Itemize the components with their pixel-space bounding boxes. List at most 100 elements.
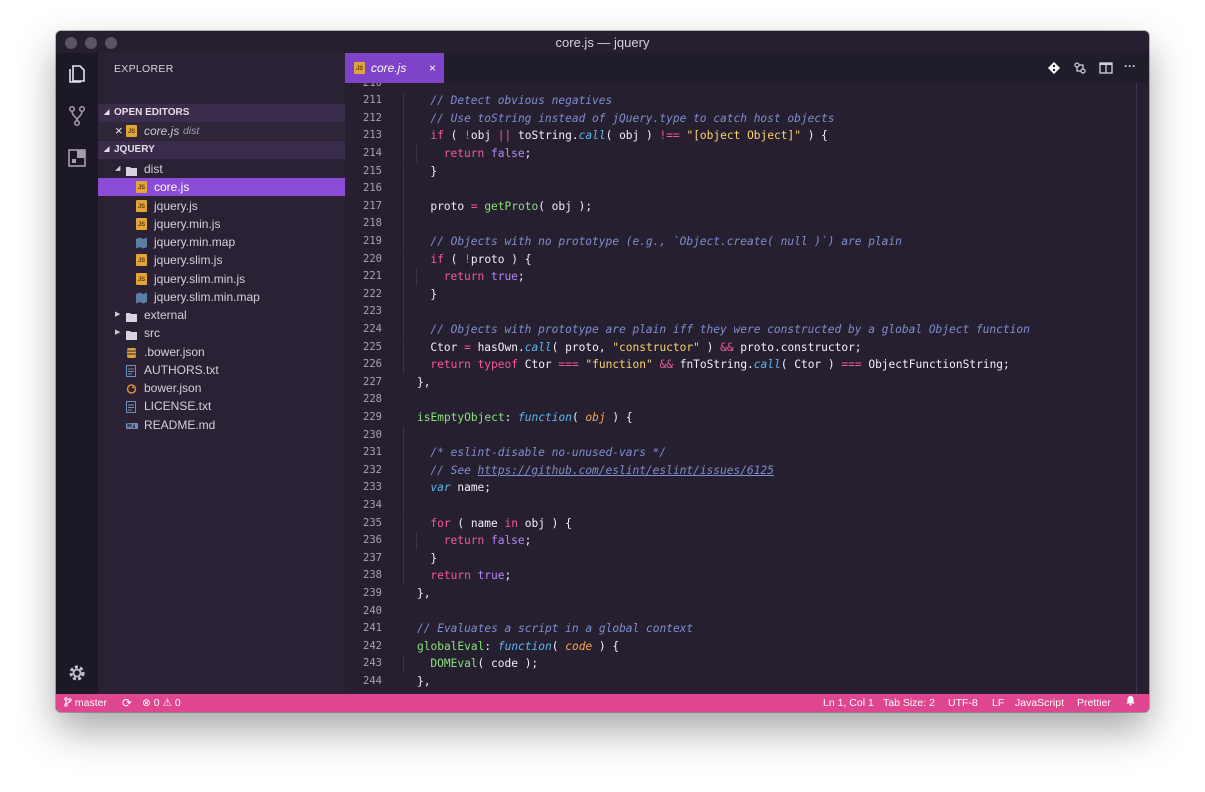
line-number: 214	[363, 146, 382, 159]
open-editor-item-core-js[interactable]: × JS core.js dist	[98, 122, 345, 140]
tree-item-dist[interactable]: ◢ dist	[98, 160, 345, 178]
settings-gear-icon[interactable]	[66, 662, 88, 684]
tree-item-jquery-slim-min-js[interactable]: JS jquery.slim.min.js	[98, 270, 345, 288]
line-number: 232	[363, 463, 382, 476]
close-window-button[interactable]	[65, 37, 77, 49]
chevron-down-icon: ◢	[104, 146, 110, 153]
tree-item-bower-json[interactable]: .bower.json	[98, 343, 345, 361]
project-section-header[interactable]: ◢ JQUERY	[98, 141, 345, 159]
code-token: // Detect obvious negatives	[430, 94, 613, 108]
minimize-window-button[interactable]	[85, 37, 97, 49]
warning-icon: ⚠	[162, 697, 172, 709]
line-number: 239	[363, 586, 382, 599]
open-changes-icon[interactable]	[1073, 61, 1087, 75]
tree-item-jquery-min-js[interactable]: JS jquery.min.js	[98, 215, 345, 233]
close-editor-icon[interactable]: ×	[115, 122, 123, 140]
code-token: obj	[470, 129, 498, 143]
more-actions-icon[interactable]: ···	[1124, 59, 1138, 73]
sync-icon[interactable]: ⟳	[122, 694, 132, 712]
tree-item-bower-json[interactable]: bower.json	[98, 379, 345, 397]
tree-item-external[interactable]: ▶ external	[98, 306, 345, 324]
code-line: },	[417, 585, 430, 603]
formatter[interactable]: Prettier	[1077, 694, 1111, 712]
tab-size[interactable]: Tab Size: 2	[883, 694, 935, 712]
chevron-right-icon[interactable]: ▶	[115, 324, 120, 342]
chevron-right-icon[interactable]: ▶	[115, 306, 120, 324]
encoding[interactable]: UTF-8	[948, 694, 978, 712]
indent-guide	[416, 144, 418, 163]
tree-item-jquery-min-map[interactable]: jquery.min.map	[98, 233, 345, 251]
tree-item-src[interactable]: ▶ src	[98, 324, 345, 342]
line-number: 226	[363, 358, 382, 371]
folder-icon	[126, 309, 137, 322]
code-token: Ctor	[517, 358, 559, 372]
status-bar: master ⟳ ⊗ 0 ⚠ 0 Ln 1, Col 1 Tab Size: 2…	[56, 694, 1149, 712]
code-token: return	[430, 358, 471, 372]
indent-guide	[403, 444, 404, 462]
indent-guide	[403, 144, 404, 163]
code-line: Ctor = hasOwn.call( proto, "constructor"…	[430, 339, 861, 357]
extensions-icon[interactable]	[66, 147, 88, 169]
indent-guide	[403, 285, 404, 304]
indent-guide	[403, 479, 404, 497]
tree-item-readme-md[interactable]: README.md	[98, 416, 345, 434]
problems-item[interactable]: ⊗ 0 ⚠ 0	[142, 694, 181, 712]
indent-guide	[403, 496, 404, 515]
git-compare-icon[interactable]	[1047, 61, 1061, 75]
chevron-down-icon: ◢	[104, 109, 110, 116]
tab-core-js[interactable]: JS core.js ×	[345, 53, 444, 83]
code-token: !	[464, 129, 471, 143]
line-number: 215	[363, 164, 382, 177]
open-editor-folder: dist	[183, 125, 200, 137]
indent-guide	[403, 567, 404, 585]
tab-bar: JS core.js × ···	[345, 53, 1149, 83]
indent-guide	[403, 655, 404, 673]
tree-item-label: jquery.slim.min.js	[154, 271, 246, 286]
explorer-icon[interactable]	[66, 63, 88, 85]
code-editor[interactable]: 210 211 212 213 214 215 216 217 218 219 220 221 222 2…	[345, 83, 1149, 694]
tree-item-jquery-slim-min-map[interactable]: jquery.slim.min.map	[98, 288, 345, 306]
chevron-down-icon[interactable]: ◢	[115, 160, 120, 178]
tree-item-label: external	[144, 308, 187, 322]
js-file-icon: JS	[136, 199, 147, 212]
bower-file-icon	[126, 346, 137, 358]
indent-guide	[403, 320, 404, 339]
end-of-line[interactable]: LF	[992, 694, 1004, 712]
code-token: =	[464, 340, 471, 354]
tree-item-label: src	[144, 326, 160, 341]
line-number: 233	[363, 481, 382, 494]
line-number: 221	[363, 270, 382, 283]
code-token: return	[443, 270, 485, 284]
code-token[interactable]: https://github.com/eslint/eslint/issues/…	[478, 464, 774, 477]
code-token: ;	[524, 534, 532, 548]
code-token: // Objects with no prototype (e.g., `Obj…	[430, 234, 902, 248]
tree-item-jquery-js[interactable]: JS jquery.js	[98, 197, 345, 215]
line-number: 237	[363, 551, 382, 564]
code-token: function	[497, 639, 552, 653]
tab-label: core.js	[371, 61, 407, 75]
indent-guide	[416, 532, 418, 550]
zoom-window-button[interactable]	[105, 37, 117, 49]
code-token: for	[430, 516, 451, 530]
cursor-position[interactable]: Ln 1, Col 1	[823, 694, 874, 712]
code-token: // See	[430, 463, 478, 477]
tree-item-authors-txt[interactable]: AUTHORS.txt	[98, 361, 345, 379]
git-branch-item[interactable]: master	[64, 694, 107, 712]
js-file-icon: JS	[136, 272, 147, 285]
tree-item-jquery-slim-js[interactable]: JS jquery.slim.js	[98, 251, 345, 269]
code-token: },	[417, 674, 431, 688]
language-mode[interactable]: JavaScript	[1015, 694, 1064, 712]
split-editor-icon[interactable]	[1099, 61, 1113, 75]
source-control-icon[interactable]	[66, 105, 88, 127]
tree-item-core-js[interactable]: JS core.js	[98, 178, 345, 197]
notifications-bell-icon[interactable]	[1125, 694, 1136, 712]
sidebar-title: EXPLORER	[114, 63, 174, 75]
line-number-gutter: 210 211 212 213 214 215 216 217 218 219 220 221 222 2…	[345, 83, 403, 694]
tab-close-icon[interactable]: ×	[429, 53, 436, 83]
tree-item-license-txt[interactable]: LICENSE.txt	[98, 397, 345, 415]
open-editors-section-header[interactable]: ◢ OPEN EDITORS	[98, 104, 345, 122]
code-token: // Objects with prototype are plain iff …	[430, 322, 1030, 336]
